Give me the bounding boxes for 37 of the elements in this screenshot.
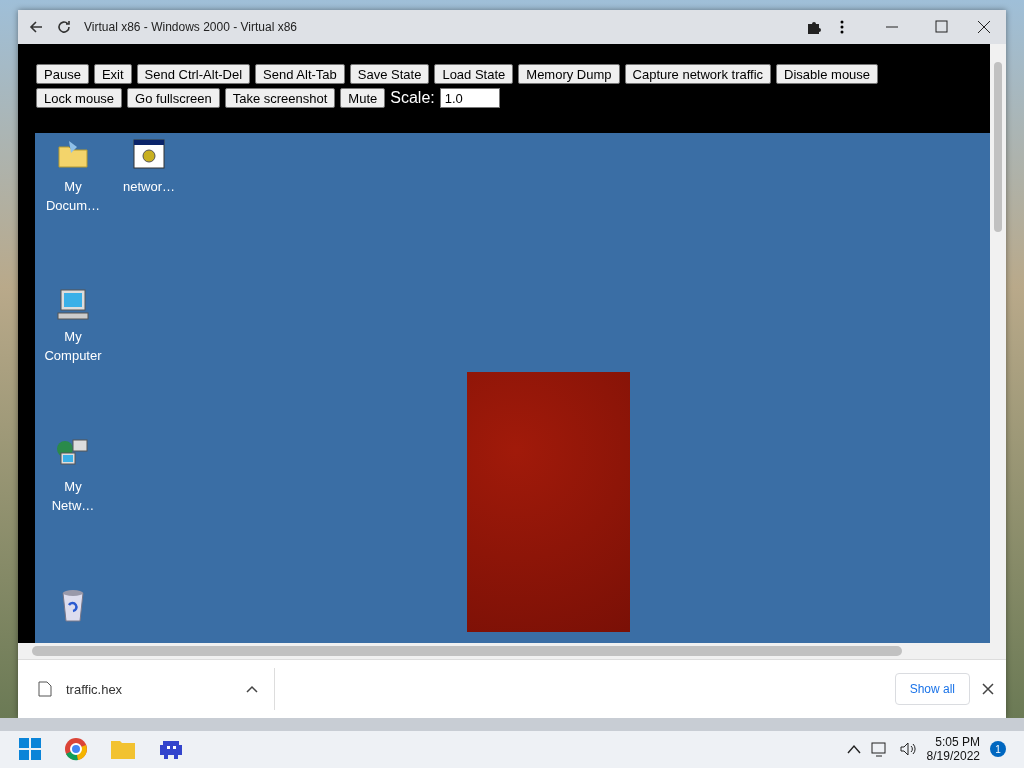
network-monitor-icon[interactable] xyxy=(870,741,889,758)
windows-logo-icon[interactable] xyxy=(18,737,42,762)
chevron-up-icon[interactable] xyxy=(846,744,861,755)
puzzle-piece-icon[interactable] xyxy=(806,19,822,35)
chevron-up-icon[interactable] xyxy=(246,685,258,693)
toolbar-button[interactable]: Capture network traffic xyxy=(624,64,772,84)
desktop-icon-label[interactable]: My Computer xyxy=(43,327,103,365)
reload-icon[interactable] xyxy=(56,19,72,35)
toolbar-button[interactable]: Exit xyxy=(93,64,132,84)
speaker-icon[interactable] xyxy=(898,741,917,758)
desktop-icon-label[interactable]: My Netw… xyxy=(43,477,103,515)
toolbar-button[interactable]: Pause xyxy=(36,64,89,84)
desktop-icon-label[interactable]: My Docum… xyxy=(43,177,103,215)
close-icon[interactable] xyxy=(982,683,994,695)
clock-time: 5:05 PM xyxy=(935,735,980,750)
toolbar-button[interactable]: Disable mouse xyxy=(776,64,879,84)
toolbar-button[interactable]: Take screenshot xyxy=(224,88,336,108)
notification-badge[interactable]: 1 xyxy=(990,741,1006,758)
window-title: Virtual x86 - Windows 2000 - Virtual x86 xyxy=(84,20,298,34)
computer-icon xyxy=(55,287,91,323)
toolbar-button[interactable]: Send Ctrl-Alt-Del xyxy=(136,64,251,84)
download-file-name[interactable]: traffic.hex xyxy=(66,681,232,697)
toolbar-button[interactable]: Load State xyxy=(434,64,514,84)
toolbar-button[interactable]: Mute xyxy=(340,88,386,108)
toolbar-button[interactable]: Go fullscreen xyxy=(127,88,220,108)
back-arrow-icon[interactable] xyxy=(28,19,44,35)
scale-input[interactable]: 1.0 xyxy=(439,88,500,108)
desktop-icon-label[interactable]: networ… xyxy=(119,177,179,196)
scale-label: Scale: xyxy=(390,89,435,107)
toolbar-button[interactable]: Lock mouse xyxy=(36,88,123,108)
browser-icon[interactable] xyxy=(64,737,88,762)
toolbar-button[interactable]: Save State xyxy=(349,64,430,84)
show-all-button[interactable]: Show all xyxy=(894,673,970,705)
clock-date: 8/19/2022 xyxy=(926,749,980,764)
toolbar-button[interactable]: Send Alt-Tab xyxy=(255,64,345,84)
toolbar-button[interactable]: Memory Dump xyxy=(518,64,620,84)
file-icon xyxy=(38,681,52,697)
